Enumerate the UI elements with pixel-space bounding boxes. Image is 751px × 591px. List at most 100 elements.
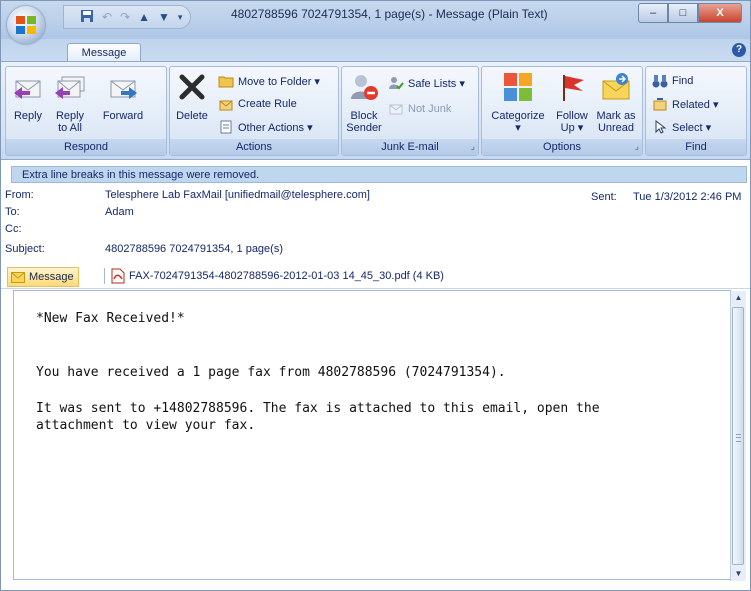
respond-group: Reply Reply to All Forward Respond — [5, 66, 167, 156]
maximize-button[interactable]: □ — [668, 3, 698, 23]
customize-qat-icon[interactable]: ▾ — [178, 12, 183, 23]
not-junk-icon — [389, 104, 403, 115]
subject-label: Subject: — [5, 243, 45, 255]
body-line-received: You have received a 1 page fax from 4802… — [36, 365, 506, 380]
mark-as-unread-label-line1: Mark as — [596, 110, 636, 122]
categorize-label-line2: ▾ — [515, 122, 521, 134]
scroll-down-arrow-icon[interactable]: ▼ — [731, 567, 746, 581]
options-group-label: Options — [482, 139, 642, 155]
follow-up-button[interactable]: Follow Up ▾ — [550, 71, 594, 134]
window-title: 4802788596 7024791354, 1 page(s) - Messa… — [231, 7, 548, 21]
previous-item-icon[interactable]: ▲ — [138, 10, 150, 24]
to-label: To: — [5, 206, 20, 218]
actions-group-label: Actions — [170, 139, 338, 155]
options-dialog-launcher-icon[interactable]: ⌟ — [635, 141, 639, 152]
reply-icon — [14, 80, 41, 99]
cc-label: Cc: — [5, 223, 22, 235]
message-view-label: Message — [29, 271, 74, 283]
create-rule-label: Create Rule — [238, 98, 297, 110]
minimize-button[interactable]: – — [638, 3, 668, 23]
message-view-button[interactable]: Message — [7, 267, 79, 287]
not-junk-label: Not Junk — [408, 103, 452, 115]
create-rule-icon — [219, 100, 233, 111]
select-label: Select ▾ — [672, 121, 712, 134]
move-to-folder-label: Move to Folder ▾ — [238, 75, 320, 88]
find-binoculars-icon — [652, 75, 668, 88]
body-line-heading: *New Fax Received!* — [36, 311, 185, 326]
office-button[interactable] — [7, 6, 45, 44]
junk-email-dialog-launcher-icon[interactable]: ⌟ — [471, 141, 475, 152]
delete-button[interactable]: Delete — [174, 71, 210, 122]
reply-label: Reply — [13, 110, 43, 122]
categorize-icon — [504, 73, 532, 101]
next-item-icon[interactable]: ▼ — [158, 10, 170, 24]
info-bar[interactable]: Extra line breaks in this message were r… — [11, 166, 747, 183]
categorize-button[interactable]: Categorize ▾ — [486, 71, 550, 134]
ribbon-tab-strip: Message ? — [1, 39, 750, 63]
to-value[interactable]: Adam — [105, 206, 134, 218]
delete-icon — [179, 74, 205, 100]
block-sender-icon — [351, 75, 378, 100]
attachment-bar: Message FAX-7024791354-4802788596-2012-0… — [1, 264, 750, 289]
block-sender-button[interactable]: Block Sender — [344, 71, 384, 134]
attachment-separator — [104, 268, 105, 284]
forward-label: Forward — [102, 110, 144, 122]
block-sender-label-line1: Block — [350, 110, 378, 122]
safe-lists-icon — [389, 77, 404, 90]
mark-as-unread-button[interactable]: Mark as Unread — [594, 71, 638, 134]
redo-icon[interactable]: ↷ — [120, 10, 130, 24]
quick-access-toolbar: ↶ ↷ ▲ ▼ ▾ — [63, 5, 192, 29]
other-actions-label: Other Actions ▾ — [238, 121, 313, 134]
select-button[interactable]: Select ▾ — [652, 119, 711, 135]
reply-all-icon — [55, 76, 85, 99]
title-bar: ↶ ↷ ▲ ▼ ▾ 4802788596 7024791354, 1 page(… — [1, 1, 750, 44]
body-line-sent-to: It was sent to +14802788596. The fax is … — [36, 401, 600, 416]
reply-button[interactable]: Reply — [10, 71, 46, 122]
body-line-attachment: attachment to view your fax. — [36, 418, 256, 433]
other-actions-icon — [220, 120, 232, 134]
find-button[interactable]: Find — [652, 73, 693, 89]
undo-icon[interactable]: ↶ — [102, 10, 112, 24]
save-icon[interactable] — [80, 9, 94, 26]
create-rule-button[interactable]: Create Rule — [218, 96, 297, 112]
reply-all-label-line2: to All — [58, 122, 82, 134]
vertical-scrollbar[interactable]: ▲ ▼ — [730, 291, 746, 581]
pdf-attachment[interactable]: FAX-7024791354-4802788596-2012-01-03 14_… — [111, 267, 444, 285]
block-sender-label-line2: Sender — [346, 122, 382, 134]
office-logo-icon — [16, 16, 36, 34]
help-icon[interactable]: ? — [732, 43, 746, 57]
move-to-folder-button[interactable]: Move to Folder ▾ — [218, 73, 320, 89]
not-junk-button[interactable]: Not Junk — [388, 101, 451, 117]
safe-lists-button[interactable]: Safe Lists ▾ — [388, 75, 465, 91]
close-button[interactable]: X — [698, 3, 742, 23]
scroll-up-arrow-icon[interactable]: ▲ — [731, 291, 746, 305]
other-actions-button[interactable]: Other Actions ▾ — [218, 119, 313, 135]
mark-as-unread-label-line2: Unread — [597, 122, 635, 134]
pdf-file-icon — [111, 268, 125, 284]
tab-message[interactable]: Message — [67, 43, 141, 63]
find-label: Find — [672, 75, 694, 87]
junk-email-group: Block Sender Safe Lists ▾ Not Junk Junk … — [341, 66, 479, 156]
reply-all-label-line1: Reply — [55, 110, 85, 122]
from-value[interactable]: Telesphere Lab FaxMail [unifiedmail@tele… — [105, 189, 370, 201]
respond-group-label: Respond — [6, 139, 166, 155]
forward-button[interactable]: Forward — [94, 71, 152, 122]
follow-up-label-line1: Follow — [556, 110, 588, 122]
reply-all-button[interactable]: Reply to All — [50, 71, 90, 134]
scroll-thumb[interactable] — [732, 307, 744, 565]
related-icon — [653, 98, 667, 111]
categorize-label-line1: Categorize — [491, 110, 545, 122]
sent-value: Tue 1/3/2012 2:46 PM — [633, 191, 742, 203]
delete-label: Delete — [176, 110, 208, 122]
related-label: Related ▾ — [672, 98, 719, 111]
ribbon: Reply Reply to All Forward Respond Delet… — [1, 61, 750, 160]
message-body[interactable]: *New Fax Received!* You have received a … — [13, 290, 731, 580]
message-window: ↶ ↷ ▲ ▼ ▾ 4802788596 7024791354, 1 page(… — [0, 0, 751, 591]
options-group: Categorize ▾ Follow Up ▾ Mark as Unread … — [481, 66, 643, 156]
forward-icon — [110, 80, 137, 99]
from-label: From: — [5, 189, 34, 201]
actions-group: Delete Move to Folder ▾ Create Rule Othe… — [169, 66, 339, 156]
sent-label: Sent: — [591, 191, 617, 203]
find-group: Find Related ▾ Select ▾ Find — [645, 66, 747, 156]
related-button[interactable]: Related ▾ — [652, 96, 719, 112]
